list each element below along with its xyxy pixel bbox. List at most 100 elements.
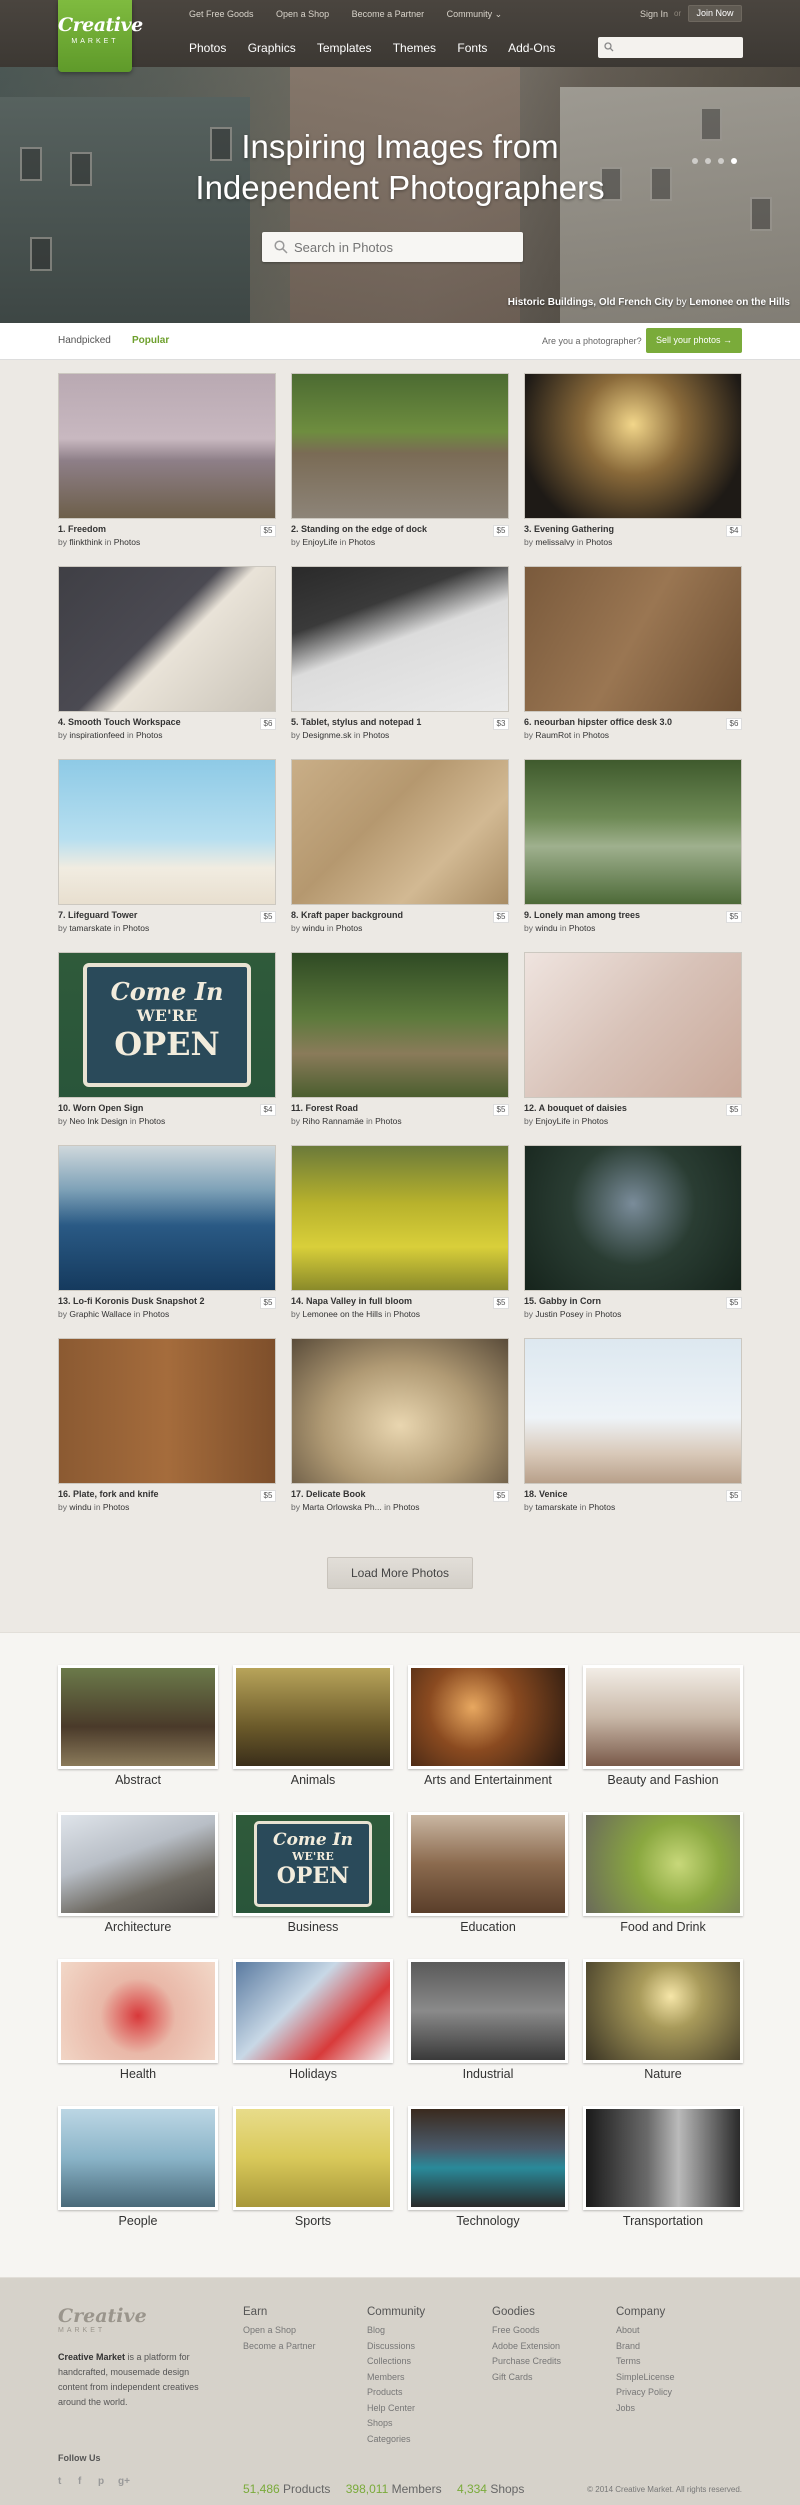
product-author[interactable]: Lemonee on the Hills xyxy=(302,1309,382,1319)
product-category[interactable]: Photos xyxy=(123,923,149,933)
footer-link[interactable]: Products xyxy=(367,2385,425,2401)
product-card[interactable]: 12. A bouquet of daisies by EnjoyLife in … xyxy=(524,952,742,1126)
product-category[interactable]: Photos xyxy=(336,923,362,933)
product-category[interactable]: Photos xyxy=(363,730,389,740)
category-label[interactable]: Holidays xyxy=(233,2067,393,2081)
nav-themes[interactable]: Themes xyxy=(393,41,436,55)
caption-author[interactable]: Lemonee on the Hills xyxy=(689,297,790,308)
product-author[interactable]: tamarskate xyxy=(69,923,111,933)
product-title[interactable]: 14. Napa Valley in full bloom xyxy=(291,1296,509,1306)
google-plus-icon[interactable]: g+ xyxy=(118,2476,130,2487)
category-tile[interactable]: Sports xyxy=(233,2106,393,2228)
join-now-button[interactable]: Join Now xyxy=(688,5,742,22)
product-thumbnail[interactable]: Come In WE'RE OPEN xyxy=(58,952,276,1098)
hero-search-input[interactable] xyxy=(294,237,514,257)
product-title[interactable]: 11. Forest Road xyxy=(291,1103,509,1113)
footer-link[interactable]: Privacy Policy xyxy=(616,2385,675,2401)
product-card[interactable]: 7. Lifeguard Tower by tamarskate in Photo… xyxy=(58,759,276,933)
product-author[interactable]: tamarskate xyxy=(535,1502,577,1512)
category-image[interactable]: Come In WE'RE OPEN xyxy=(233,1812,393,1916)
product-category[interactable]: Photos xyxy=(569,923,595,933)
product-thumbnail[interactable] xyxy=(58,1338,276,1484)
product-card[interactable]: 5. Tablet, stylus and notepad 1 by Design… xyxy=(291,566,509,740)
product-card[interactable]: 16. Plate, fork and knife by windu in Pho… xyxy=(58,1338,276,1512)
product-card[interactable]: 14. Napa Valley in full bloom by Lemonee … xyxy=(291,1145,509,1319)
footer-link[interactable]: About xyxy=(616,2323,675,2339)
product-title[interactable]: 6. neourban hipster office desk 3.0 xyxy=(524,717,742,727)
product-title[interactable]: 18. Venice xyxy=(524,1489,742,1499)
product-category[interactable]: Photos xyxy=(582,1116,608,1126)
category-tile[interactable]: Beauty and Fashion xyxy=(583,1665,743,1787)
product-title[interactable]: 1. Freedom xyxy=(58,524,276,534)
product-title[interactable]: 17. Delicate Book xyxy=(291,1489,509,1499)
product-category[interactable]: Photos xyxy=(393,1502,419,1512)
product-title[interactable]: 13. Lo-fi Koronis Dusk Snapshot 2 xyxy=(58,1296,276,1306)
product-thumbnail[interactable] xyxy=(58,566,276,712)
product-thumbnail[interactable] xyxy=(58,373,276,519)
product-category[interactable]: Photos xyxy=(583,730,609,740)
category-image[interactable] xyxy=(583,2106,743,2210)
nav-graphics[interactable]: Graphics xyxy=(248,41,296,55)
product-thumbnail[interactable] xyxy=(58,1145,276,1291)
product-author[interactable]: inspirationfeed xyxy=(69,730,124,740)
product-thumbnail[interactable] xyxy=(291,1338,509,1484)
category-image[interactable] xyxy=(583,1812,743,1916)
hero-search-box[interactable] xyxy=(262,232,523,262)
product-title[interactable]: 2. Standing on the edge of dock xyxy=(291,524,509,534)
product-category[interactable]: Photos xyxy=(375,1116,401,1126)
caption-title[interactable]: Historic Buildings, Old French City xyxy=(508,297,674,308)
product-category[interactable]: Photos xyxy=(595,1309,621,1319)
category-image[interactable] xyxy=(233,2106,393,2210)
category-label[interactable]: Business xyxy=(233,1920,393,1934)
product-author[interactable]: Marta Orlowska Ph... xyxy=(302,1502,381,1512)
category-tile[interactable]: Health xyxy=(58,1959,218,2081)
category-tile[interactable]: Transportation xyxy=(583,2106,743,2228)
category-label[interactable]: People xyxy=(58,2214,218,2228)
product-thumbnail[interactable] xyxy=(524,373,742,519)
category-tile[interactable]: Abstract xyxy=(58,1665,218,1787)
footer-link[interactable]: Discussions xyxy=(367,2339,425,2355)
footer-link[interactable]: Blog xyxy=(367,2323,425,2339)
nav-add-ons[interactable]: Add-Ons xyxy=(508,41,555,55)
category-image[interactable] xyxy=(58,1959,218,2063)
product-author[interactable]: windu xyxy=(535,923,557,933)
product-card[interactable]: 18. Venice by tamarskate in Photos $5 xyxy=(524,1338,742,1512)
product-author[interactable]: EnjoyLife xyxy=(302,537,337,547)
product-thumbnail[interactable] xyxy=(524,566,742,712)
category-label[interactable]: Nature xyxy=(583,2067,743,2081)
category-image[interactable] xyxy=(58,1665,218,1769)
footer-link[interactable]: Members xyxy=(367,2370,425,2386)
footer-link[interactable]: Free Goods xyxy=(492,2323,561,2339)
category-tile[interactable]: Come In WE'RE OPEN Business xyxy=(233,1812,393,1934)
product-title[interactable]: 7. Lifeguard Tower xyxy=(58,910,276,920)
footer-link[interactable]: Shops xyxy=(367,2416,425,2432)
product-card[interactable]: 2. Standing on the edge of dock by EnjoyL… xyxy=(291,373,509,547)
product-thumbnail[interactable] xyxy=(524,759,742,905)
product-card[interactable]: 1. Freedom by flinkthink in Photos $5 xyxy=(58,373,276,547)
footer-link[interactable]: Adobe Extension xyxy=(492,2339,561,2355)
category-label[interactable]: Sports xyxy=(233,2214,393,2228)
category-tile[interactable]: Architecture xyxy=(58,1812,218,1934)
category-tile[interactable]: Education xyxy=(408,1812,568,1934)
product-thumbnail[interactable] xyxy=(291,1145,509,1291)
product-thumbnail[interactable] xyxy=(58,759,276,905)
product-title[interactable]: 3. Evening Gathering xyxy=(524,524,742,534)
product-thumbnail[interactable] xyxy=(291,952,509,1098)
category-label[interactable]: Industrial xyxy=(408,2067,568,2081)
footer-link[interactable]: Categories xyxy=(367,2432,425,2448)
product-author[interactable]: RaumRot xyxy=(535,730,571,740)
category-image[interactable] xyxy=(583,1665,743,1769)
footer-link[interactable]: Collections xyxy=(367,2354,425,2370)
product-title[interactable]: 10. Worn Open Sign xyxy=(58,1103,276,1113)
product-card[interactable]: 11. Forest Road by Riho Rannamäe in Photo… xyxy=(291,952,509,1126)
product-card[interactable]: 13. Lo-fi Koronis Dusk Snapshot 2 by Grap… xyxy=(58,1145,276,1319)
product-category[interactable]: Photos xyxy=(103,1502,129,1512)
product-thumbnail[interactable] xyxy=(291,566,509,712)
tab-popular[interactable]: Popular xyxy=(132,335,169,346)
product-author[interactable]: Justin Posey xyxy=(535,1309,583,1319)
product-category[interactable]: Photos xyxy=(394,1309,420,1319)
product-card[interactable]: 6. neourban hipster office desk 3.0 by Ra… xyxy=(524,566,742,740)
product-author[interactable]: Riho Rannamäe xyxy=(302,1116,363,1126)
category-label[interactable]: Arts and Entertainment xyxy=(408,1773,568,1787)
sign-in-link[interactable]: Sign In xyxy=(640,9,668,19)
